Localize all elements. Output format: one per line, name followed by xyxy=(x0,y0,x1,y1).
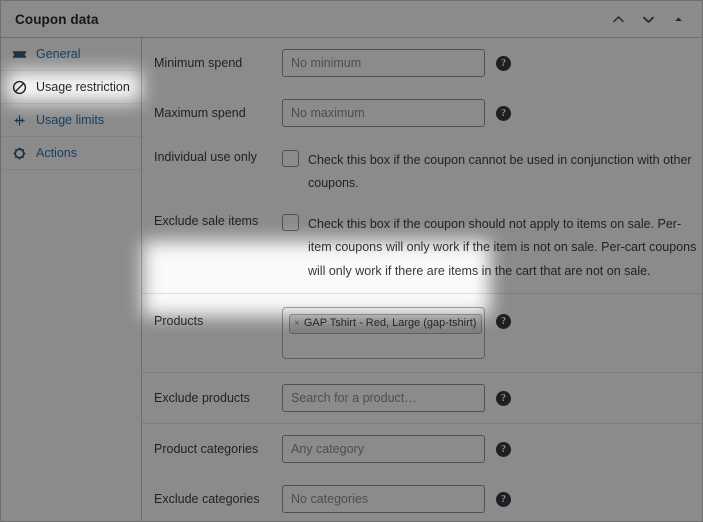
coupon-data-metabox: Coupon data xyxy=(0,0,703,522)
maximum-spend-input[interactable]: No maximum xyxy=(282,99,485,127)
products-control: × GAP Tshirt - Red, Large (gap-tshirt) ? xyxy=(282,307,511,359)
field-row-minimum-spend: Minimum spend No minimum ? xyxy=(142,38,702,88)
help-icon[interactable]: ? xyxy=(496,391,511,406)
exclude-products-input[interactable]: Search for a product… xyxy=(282,384,485,412)
product-tag: × GAP Tshirt - Red, Large (gap-tshirt) xyxy=(289,314,482,334)
field-row-individual-use-only: Individual use only Check this box if th… xyxy=(142,138,702,201)
exclude-products-label: Exclude products xyxy=(154,384,282,407)
help-icon[interactable]: ? xyxy=(496,106,511,121)
product-categories-label: Product categories xyxy=(154,435,282,458)
remove-product-icon[interactable]: × xyxy=(294,319,300,329)
help-icon[interactable]: ? xyxy=(496,56,511,71)
sidebar-item-label: Usage limits xyxy=(36,114,104,127)
maximum-spend-control: No maximum ? xyxy=(282,99,511,127)
usage-restriction-panel: Minimum spend No minimum ? Maximum spend… xyxy=(142,38,702,521)
individual-use-only-label: Individual use only xyxy=(154,147,282,166)
exclude-categories-label: Exclude categories xyxy=(154,485,282,508)
product-categories-input[interactable]: Any category xyxy=(282,435,485,463)
coupon-data-tabs: General Usage restriction xyxy=(1,38,142,521)
exclude-sale-items-description: Check this box if the coupon should not … xyxy=(308,213,702,282)
exclude-sale-items-control: Check this box if the coupon should not … xyxy=(282,211,702,282)
sidebar-item-usage-restriction[interactable]: Usage restriction xyxy=(1,71,141,104)
exclude-categories-input[interactable]: No categories xyxy=(282,485,485,513)
triangle-up-icon[interactable] xyxy=(670,11,686,27)
sidebar-item-usage-limits[interactable]: Usage limits xyxy=(1,104,141,137)
sidebar-item-actions[interactable]: Actions xyxy=(1,137,141,170)
field-row-maximum-spend: Maximum spend No maximum ? xyxy=(142,88,702,138)
no-entry-icon xyxy=(11,79,27,95)
page-title: Coupon data xyxy=(15,12,610,27)
help-icon[interactable]: ? xyxy=(496,314,511,329)
metabox-body: General Usage restriction xyxy=(1,38,702,521)
individual-use-only-checkbox[interactable] xyxy=(282,150,299,167)
crosshair-icon xyxy=(11,112,27,128)
individual-use-only-description: Check this box if the coupon cannot be u… xyxy=(308,149,702,195)
exclude-sale-items-checkbox[interactable] xyxy=(282,214,299,231)
metabox-header: Coupon data xyxy=(1,1,702,38)
exclude-products-control: Search for a product… ? xyxy=(282,384,511,412)
exclude-sale-items-label: Exclude sale items xyxy=(154,211,282,230)
minimum-spend-label: Minimum spend xyxy=(154,49,282,72)
maximum-spend-label: Maximum spend xyxy=(154,99,282,122)
products-label: Products xyxy=(154,307,282,330)
help-icon[interactable]: ? xyxy=(496,442,511,457)
sidebar-item-label: General xyxy=(36,48,80,61)
field-row-exclude-sale-items: Exclude sale items Check this box if the… xyxy=(142,201,702,292)
exclude-categories-control: No categories ? xyxy=(282,485,511,513)
field-row-exclude-categories: Exclude categories No categories ? xyxy=(142,474,702,521)
screenshot-root: Coupon data xyxy=(0,0,703,522)
ticket-icon xyxy=(11,46,27,62)
products-select[interactable]: × GAP Tshirt - Red, Large (gap-tshirt) xyxy=(282,307,485,359)
sidebar-item-label: Actions xyxy=(36,147,77,160)
field-row-exclude-products: Exclude products Search for a product… ? xyxy=(142,372,702,423)
minimum-spend-control: No minimum ? xyxy=(282,49,511,77)
gear-icon xyxy=(11,145,27,161)
chevron-down-icon[interactable] xyxy=(640,11,656,27)
individual-use-only-control: Check this box if the coupon cannot be u… xyxy=(282,147,702,195)
chevron-up-icon[interactable] xyxy=(610,11,626,27)
sidebar-item-general[interactable]: General xyxy=(1,38,141,71)
help-icon[interactable]: ? xyxy=(496,492,511,507)
minimum-spend-input[interactable]: No minimum xyxy=(282,49,485,77)
sidebar-item-label: Usage restriction xyxy=(36,81,130,94)
product-tag-label: GAP Tshirt - Red, Large (gap-tshirt) xyxy=(304,316,477,331)
product-categories-control: Any category ? xyxy=(282,435,511,463)
field-row-product-categories: Product categories Any category ? xyxy=(142,423,702,474)
metabox-header-controls xyxy=(610,11,690,27)
field-row-products: Products × GAP Tshirt - Red, Large (gap-… xyxy=(142,293,702,372)
